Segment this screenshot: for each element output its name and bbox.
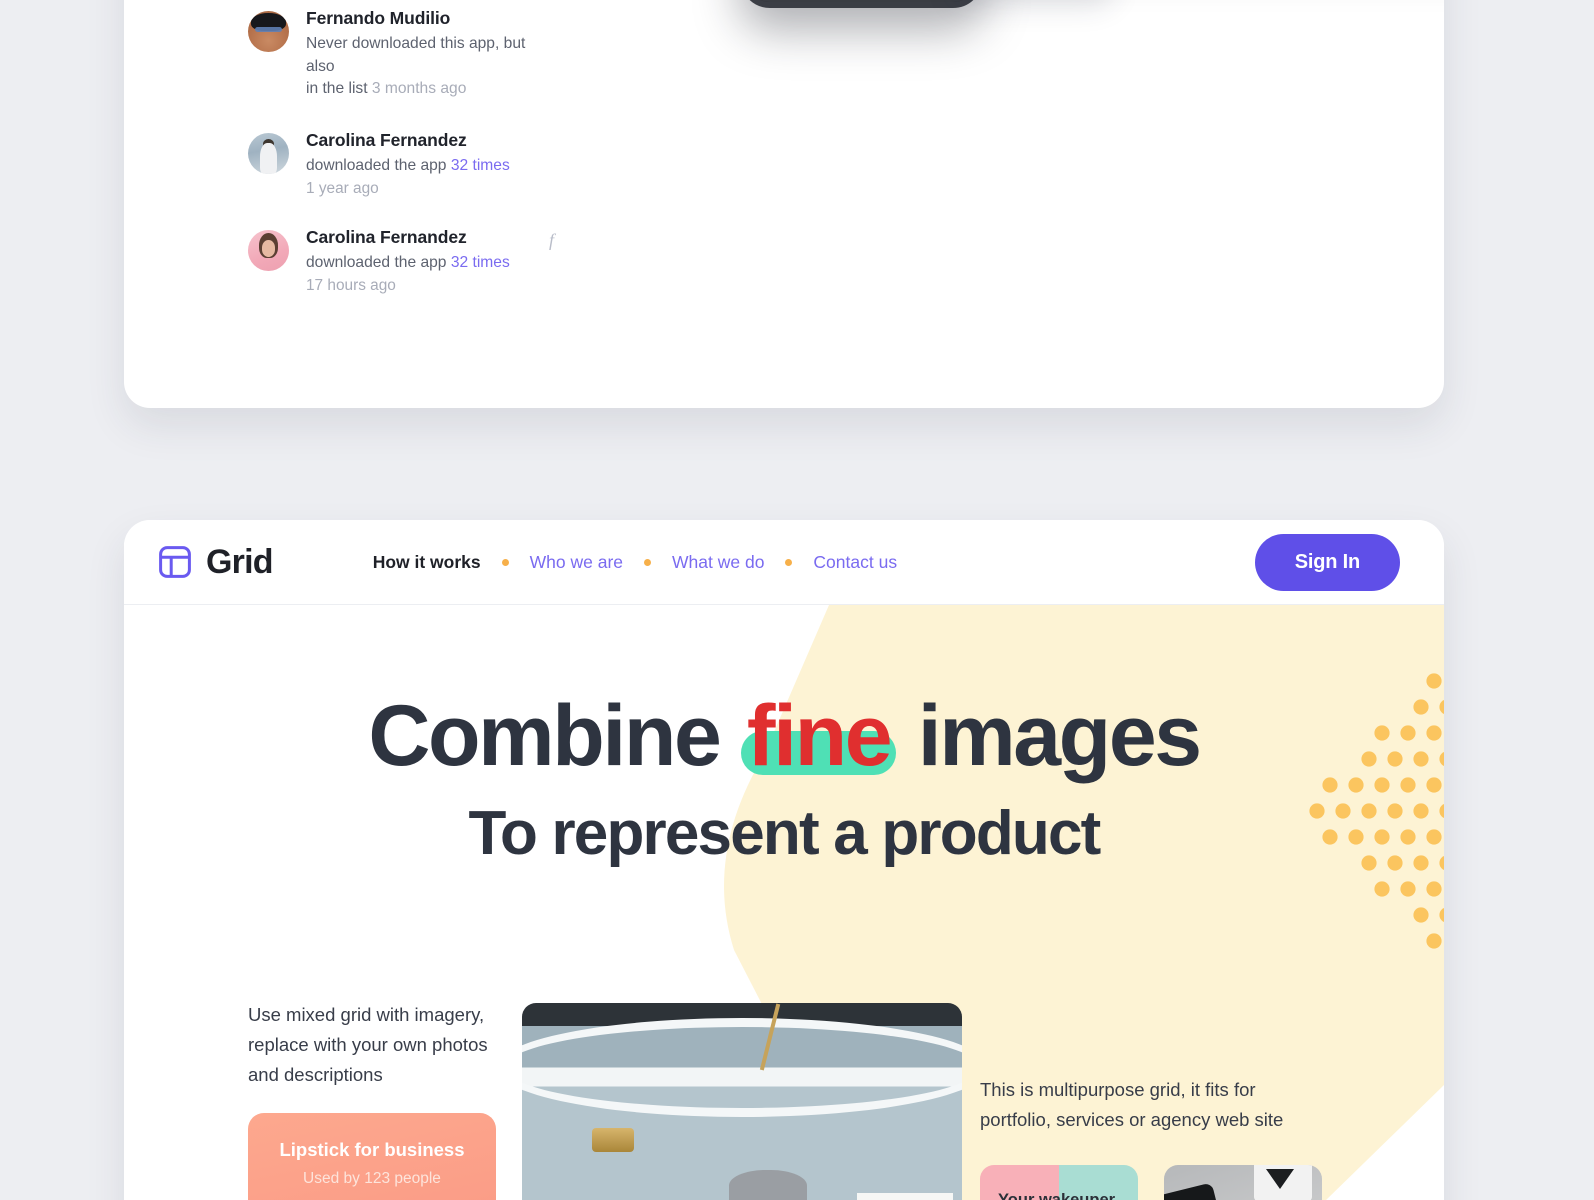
nav-separator-dot — [644, 558, 652, 566]
feed-item-name: Carolina Fernandez — [306, 129, 467, 150]
flipchart — [857, 1193, 954, 1200]
lipstick-card-title: Lipstick for business — [279, 1139, 465, 1160]
brand-name: Grid — [206, 542, 273, 581]
feed-item-timestamp: 17 hours ago — [306, 276, 396, 294]
lipstick-card[interactable]: Lipstick for business Used by 123 people — [248, 1113, 496, 1200]
pattern-dot — [1426, 777, 1442, 793]
sketch-phone — [1164, 1182, 1227, 1200]
hero-line1-highlight: fine — [746, 688, 893, 784]
feed-item[interactable]: Carolina Fernandez downloaded the app 32… — [248, 129, 548, 198]
hero-line1-before: Combine — [368, 688, 741, 784]
sign-in-button[interactable]: Sign In — [1254, 533, 1400, 591]
nav-link-contact-us[interactable]: Contact us — [813, 552, 897, 573]
screenshot-stage: Jo Jopka Telecom Connecting people all o… — [0, 0, 1594, 1200]
nav-separator-dot — [501, 558, 509, 566]
grid-layout-icon — [158, 545, 192, 579]
feed-item[interactable]: Fernando Mudilio Never downloaded this a… — [248, 7, 548, 101]
wall-lamp — [592, 1128, 635, 1153]
main-photo — [522, 1003, 962, 1200]
feed-item-inline-time: 3 months ago — [371, 80, 467, 98]
lipstick-card-subtitle: Used by 123 people — [303, 1170, 441, 1187]
ceiling-ring-light — [522, 1018, 962, 1117]
left-blurb: Use mixed grid with imagery, replace wit… — [248, 1004, 488, 1085]
feed-item[interactable]: Carolina Fernandez downloaded the app 32… — [248, 226, 554, 295]
pattern-dot — [1322, 777, 1338, 793]
sketch-logo — [1254, 1165, 1312, 1200]
phone-mockup: Fernando Toby Edward Louie Jeane 3 Birdi… — [740, 0, 983, 8]
feed-item-name: Carolina Fernandez — [306, 226, 467, 247]
right-blurb: This is multipurpose grid, it fits for p… — [980, 1079, 1284, 1130]
messenger-screen: Fernando Toby Edward Louie Jeane 3 Birdi… — [746, 0, 977, 2]
pattern-dot — [1426, 933, 1442, 949]
pattern-dot — [1426, 673, 1442, 689]
feed-item-link[interactable]: 32 times — [451, 254, 510, 271]
brand-logo[interactable]: Grid — [158, 543, 273, 582]
feed-item-text: downloaded the app 32 times — [306, 157, 510, 175]
hero-section: Combine fine images To represent a produ… — [124, 605, 1444, 1200]
hero-headline: Combine fine images — [124, 693, 1444, 779]
grid-landing-card: Grid How it works Who we are What we do … — [124, 520, 1444, 1200]
nav-link-how-it-works[interactable]: How it works — [373, 552, 481, 573]
hero-highlight: fine — [740, 693, 897, 779]
nav-link-who-we-are[interactable]: Who we are — [530, 552, 623, 573]
hero-subheadline: To represent a product — [468, 799, 1101, 868]
activity-feed: 3 days ago Fernando Mudilio Never downlo… — [248, 0, 554, 323]
feed-item-text: Never downloaded this app, but also in th… — [306, 35, 526, 98]
pattern-dot — [1348, 777, 1364, 793]
nav-link-what-we-do[interactable]: What we do — [672, 552, 764, 573]
pattern-dot — [1439, 908, 1444, 922]
facebook-icon: f — [548, 229, 554, 250]
avatar-carolina-fernandez-1 — [248, 132, 289, 174]
presenter-hair — [728, 1170, 807, 1200]
pattern-dot — [1374, 881, 1390, 897]
feed-item-timestamp: 1 year ago — [306, 179, 379, 197]
feed-item-name: Fernando Mudilio — [306, 8, 451, 28]
nav-links: How it works Who we are What we do Conta… — [373, 552, 897, 573]
pattern-dot — [1400, 881, 1416, 897]
nav-separator-dot — [785, 558, 793, 566]
avatar-fernando-mudilio — [248, 11, 289, 52]
hero-line1-after: images — [896, 688, 1202, 784]
avatar-carolina-fernandez-2 — [248, 229, 289, 271]
pattern-dot — [1374, 777, 1390, 793]
feed-item-link[interactable]: 32 times — [451, 157, 510, 174]
wakeuper-card-title: Your wakeuper — [998, 1191, 1116, 1200]
sketch-photo-card[interactable] — [1164, 1165, 1322, 1200]
pattern-dot — [1426, 881, 1442, 897]
pattern-dot — [1400, 777, 1416, 793]
pattern-dot — [1413, 907, 1429, 923]
feed-item-text: downloaded the app 32 times — [306, 254, 510, 272]
wakeuper-card[interactable]: Your wakeuper — [980, 1165, 1138, 1200]
activity-dashboard-card: Jo Jopka Telecom Connecting people all o… — [124, 0, 1444, 408]
navbar: Grid How it works Who we are What we do … — [124, 520, 1444, 605]
